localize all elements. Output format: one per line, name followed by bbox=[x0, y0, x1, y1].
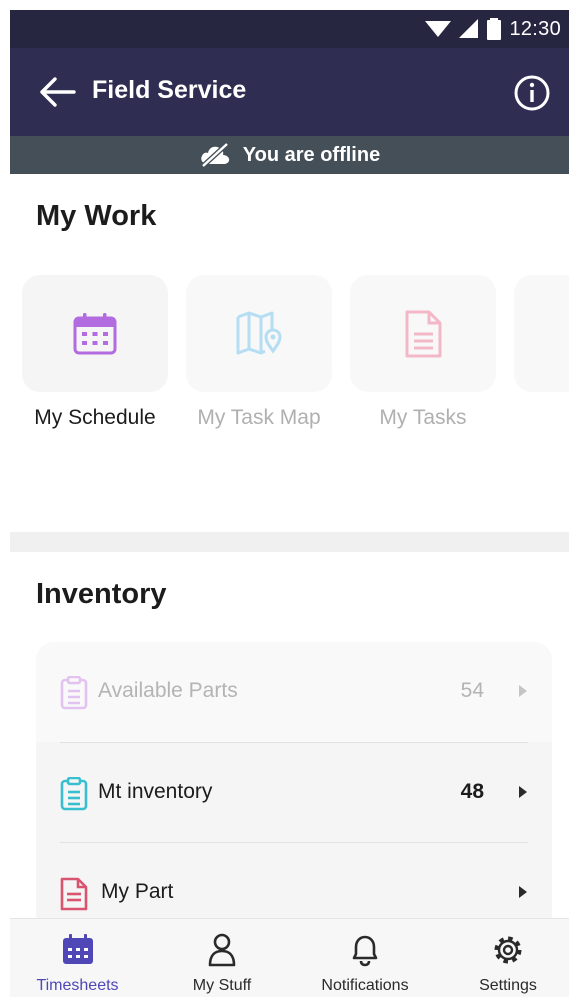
person-icon bbox=[208, 933, 236, 967]
nav-settings[interactable]: Settings bbox=[456, 919, 560, 997]
nav-label: Settings bbox=[479, 977, 537, 994]
cloud-off-icon bbox=[201, 142, 229, 168]
tile-my-schedule[interactable]: My Schedule bbox=[22, 275, 168, 430]
app-title: Field Service bbox=[92, 76, 247, 104]
bell-icon bbox=[352, 935, 378, 967]
nav-my-stuff[interactable]: My Stuff bbox=[170, 919, 274, 997]
chevron-right-icon bbox=[519, 886, 527, 898]
battery-icon bbox=[487, 18, 502, 40]
nav-label: Timesheets bbox=[36, 977, 119, 994]
inventory-row-label: Available Parts bbox=[98, 679, 238, 702]
status-icons: 12:30 bbox=[425, 10, 561, 48]
tile-my-tasks[interactable]: My Tasks bbox=[350, 275, 496, 430]
signal-icon bbox=[459, 19, 479, 38]
offline-banner: You are offline bbox=[10, 136, 569, 174]
inventory-row-available-parts[interactable]: Available Parts 54 bbox=[36, 642, 552, 742]
nav-timesheets[interactable]: Timesheets bbox=[20, 919, 135, 997]
tile-box[interactable] bbox=[514, 275, 569, 392]
tile-my-task-map[interactable]: My Task Map bbox=[186, 275, 332, 430]
bottom-nav: Timesheets My Stuff Notifications Settin… bbox=[10, 918, 569, 997]
tile-label: My Tasks bbox=[379, 406, 467, 429]
gear-icon bbox=[494, 936, 522, 964]
calendar-icon bbox=[62, 934, 93, 964]
tile-label: My Task Map bbox=[197, 406, 321, 429]
nav-label: Notifications bbox=[321, 977, 409, 994]
map-pin-icon bbox=[236, 311, 282, 354]
status-time: 12:30 bbox=[509, 17, 561, 40]
inventory-row-mt-inventory[interactable]: Mt inventory 48 bbox=[36, 743, 552, 843]
tile-box[interactable] bbox=[22, 275, 168, 392]
clipboard-icon bbox=[60, 777, 88, 811]
clipboard-icon bbox=[60, 676, 88, 710]
wifi-icon bbox=[425, 21, 452, 37]
back-arrow-icon[interactable] bbox=[38, 74, 78, 110]
info-icon[interactable] bbox=[513, 74, 551, 112]
app-bar: Field Service bbox=[10, 48, 569, 136]
chevron-right-icon bbox=[519, 786, 527, 798]
chevron-right-icon bbox=[519, 685, 527, 697]
my-work-title: My Work bbox=[36, 200, 157, 232]
nav-notifications[interactable]: Notifications bbox=[304, 919, 426, 997]
inventory-title: Inventory bbox=[36, 578, 167, 610]
document-icon bbox=[60, 877, 88, 911]
screen-edge bbox=[0, 0, 10, 996]
tile-label: My Schedule bbox=[34, 406, 156, 429]
inventory-row-count: 54 bbox=[460, 679, 484, 702]
inventory-row-count: 48 bbox=[460, 780, 484, 803]
inventory-card: Available Parts 54 Mt inventory 48 My Pa… bbox=[36, 642, 552, 932]
inventory-row-label: Mt inventory bbox=[98, 780, 213, 803]
section-divider bbox=[10, 532, 569, 552]
nav-label: My Stuff bbox=[192, 977, 252, 994]
tile-box[interactable] bbox=[186, 275, 332, 392]
tile-partial[interactable] bbox=[514, 275, 569, 392]
status-bar: 12:30 bbox=[10, 10, 569, 48]
calendar-icon bbox=[73, 312, 117, 354]
tile-box[interactable] bbox=[350, 275, 496, 392]
inventory-row-label: My Part bbox=[101, 880, 174, 903]
my-work-tiles[interactable]: My Schedule My Task Map My Tasks bbox=[10, 275, 569, 435]
offline-text: You are offline bbox=[242, 143, 381, 166]
document-icon bbox=[405, 310, 442, 357]
